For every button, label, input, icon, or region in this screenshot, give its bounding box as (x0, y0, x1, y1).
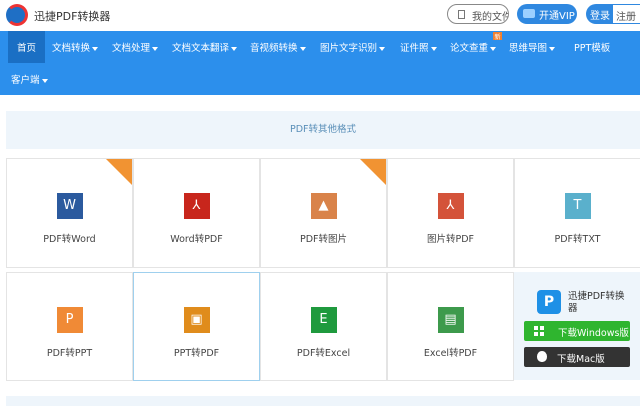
download-mac-button[interactable]: 下载Mac版 (524, 347, 630, 367)
nav-item[interactable]: 论文查重新 (450, 32, 502, 54)
nav-item[interactable]: 客户端 (11, 72, 48, 86)
next-section (6, 396, 640, 406)
my-docs-button[interactable]: 我的文件 (447, 4, 509, 24)
file-type-icon: P (56, 307, 83, 333)
file-type-icon: ▣ (183, 307, 210, 333)
nav-item-label: 文档转换 (52, 43, 91, 54)
file-type-icon: T (564, 193, 591, 219)
register-button[interactable]: 注册 (612, 4, 640, 24)
windows-icon (534, 326, 544, 336)
caret-down-icon (379, 46, 386, 51)
caret-down-icon (430, 46, 437, 51)
nav-item[interactable]: 证件照 (400, 40, 437, 54)
caret-down-icon (490, 46, 497, 51)
tool-card[interactable]: ⅄ 图片转PDF (387, 158, 514, 268)
download-windows-button[interactable]: 下载Windows版 (524, 321, 630, 341)
nav-item-label: 文档文本翻译 (172, 43, 230, 54)
nav-item-label: 图片文字识别 (320, 43, 378, 54)
nav-item-label: 首页 (17, 43, 37, 54)
caret-down-icon (152, 46, 159, 51)
file-type-icon: ▤ (437, 307, 464, 333)
tool-label: Word转PDF (170, 234, 223, 245)
nav-item-label: 客户端 (11, 75, 40, 86)
nav-item-label: 思维导图 (509, 43, 548, 54)
header: 迅捷PDF转换器 我的文件 开通VIP 登录 注册 (0, 0, 640, 32)
tool-card[interactable]: ⅄ Word转PDF (133, 158, 260, 268)
app-name: 迅捷PDF转换器 (568, 291, 625, 314)
nav-item[interactable]: 音视频转换 (250, 40, 306, 54)
tool-label: PDF转Excel (296, 348, 351, 359)
tool-label: 图片转PDF (426, 234, 474, 245)
document-icon (458, 10, 465, 19)
app-logo-icon: P (537, 290, 561, 314)
nav-item[interactable]: 文档处理 (112, 40, 159, 54)
file-type-icon: E (310, 307, 337, 333)
caret-down-icon (549, 46, 556, 51)
nav-item[interactable]: 文档文本翻译 (172, 40, 238, 54)
logo-icon[interactable] (6, 4, 28, 26)
nav-item-label: 论文查重 (450, 43, 489, 54)
nav-item[interactable]: PPT模板 (574, 40, 610, 54)
nav-item[interactable]: 图片文字识别 (320, 40, 386, 54)
file-type-icon: ⅄ (437, 193, 464, 219)
nav-item-label: 证件照 (400, 43, 429, 54)
tool-label: PDF转图片 (299, 234, 347, 245)
logo-text[interactable]: 迅捷PDF转换器 (34, 8, 110, 24)
hot-badge-icon (106, 159, 132, 185)
tool-label: PDF转PPT (46, 348, 93, 359)
crown-icon (523, 9, 535, 18)
caret-down-icon (92, 46, 99, 51)
file-type-icon: W (56, 193, 83, 219)
file-type-icon: ⅄ (183, 193, 210, 219)
main-nav: 首页 文档转换 文档处理 文档文本翻译 音视频转换 图片文字识别 证件照 论文查重新思维导图 P… (0, 31, 640, 95)
tool-card[interactable]: ▲ PDF转图片 (260, 158, 387, 268)
login-button[interactable]: 登录 (586, 4, 612, 24)
tool-label: Excel转PDF (423, 348, 478, 359)
tool-label: PDF转TXT (554, 234, 601, 245)
file-type-icon: ▲ (310, 193, 337, 219)
nav-item-label: 文档处理 (112, 43, 151, 54)
tool-label: PDF转Word (43, 234, 96, 245)
tool-card[interactable]: W PDF转Word (6, 158, 133, 268)
tool-card[interactable]: E PDF转Excel (260, 272, 387, 381)
download-promo: P 迅捷PDF转换器 下载Windows版 下载Mac版 (514, 272, 640, 380)
nav-item-label: PPT模板 (574, 43, 611, 54)
caret-down-icon (231, 46, 238, 51)
caret-down-icon (41, 78, 48, 83)
hot-badge-icon (360, 159, 386, 185)
nav-item-label: 音视频转换 (250, 43, 298, 54)
tool-card[interactable]: ▤ Excel转PDF (387, 272, 514, 381)
tool-card[interactable]: P PDF转PPT (6, 272, 133, 381)
nav-item[interactable]: 文档转换 (52, 40, 99, 54)
new-badge: 新 (493, 32, 502, 41)
tool-card[interactable]: ▣ PPT转PDF (133, 272, 260, 381)
nav-item[interactable]: 思维导图 (509, 40, 556, 54)
tool-label: PPT转PDF (173, 348, 220, 359)
apple-icon (537, 351, 547, 362)
nav-item[interactable]: 首页 (8, 31, 46, 63)
tool-card[interactable]: T PDF转TXT (514, 158, 640, 268)
caret-down-icon (299, 46, 306, 51)
section-title: PDF转其他格式 (6, 111, 640, 149)
vip-button[interactable]: 开通VIP (517, 4, 577, 24)
